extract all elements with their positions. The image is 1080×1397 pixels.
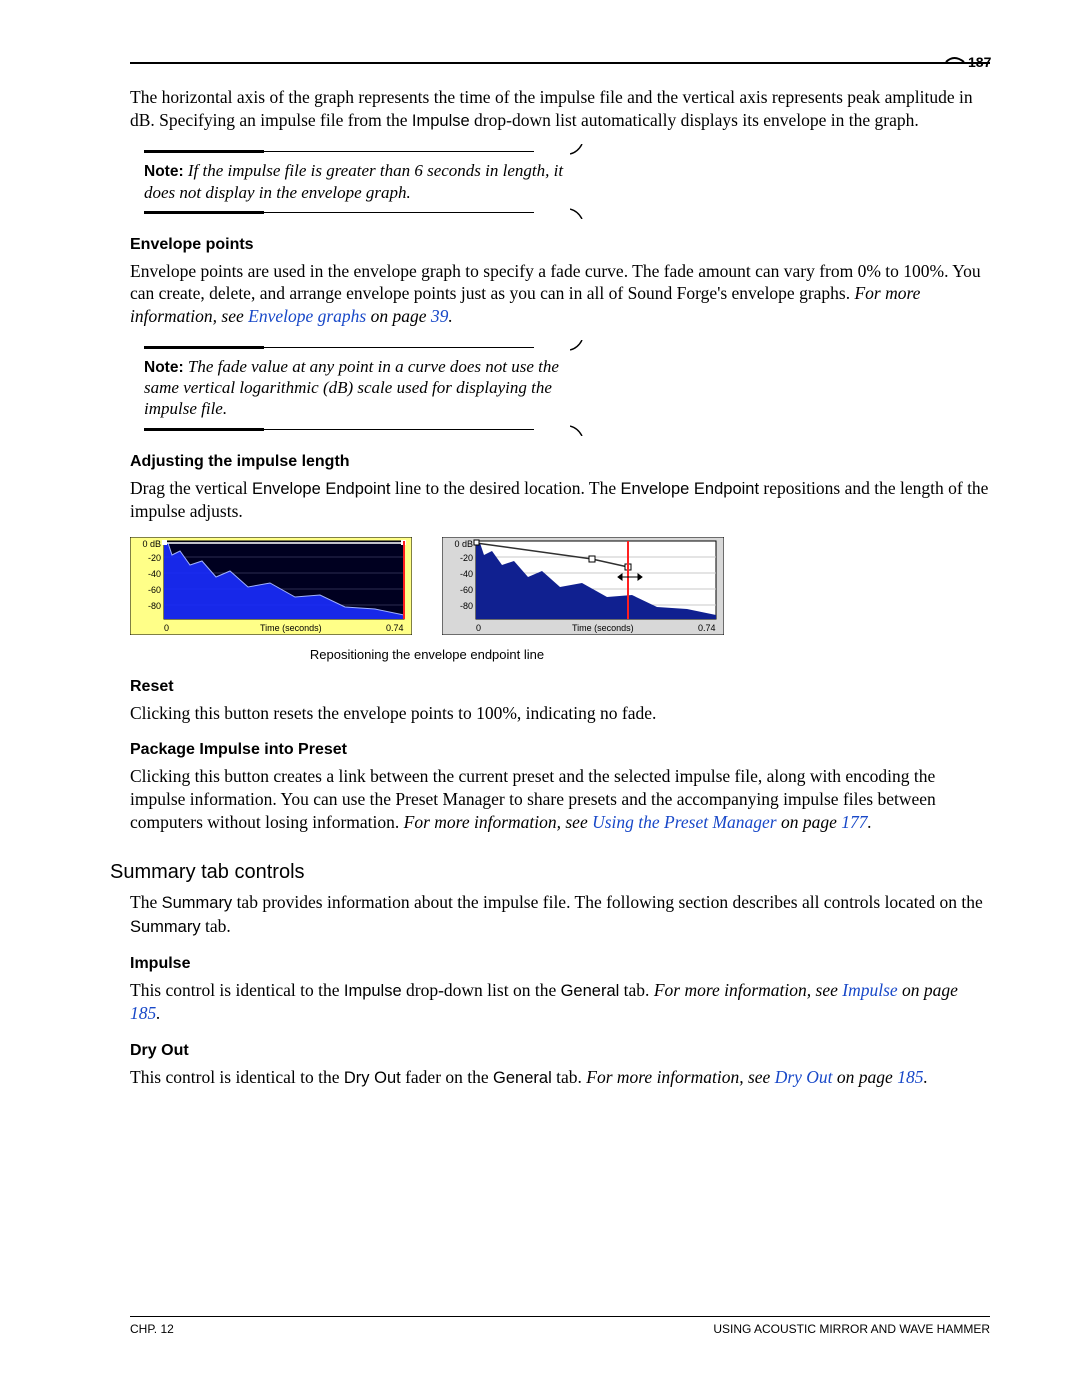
heading-dry-out: Dry Out (130, 1041, 990, 1062)
note-box-1: Note: If the impulse file is greater tha… (144, 146, 574, 217)
svg-text:-80: -80 (460, 601, 473, 611)
svg-text:-40: -40 (460, 569, 473, 579)
svg-text:-60: -60 (460, 585, 473, 595)
link-page-177[interactable]: 177 (841, 812, 867, 832)
page-footer: CHP. 12 USING ACOUSTIC MIRROR AND WAVE H… (130, 1316, 990, 1335)
content-area: The horizontal axis of the graph represe… (130, 86, 990, 1089)
link-dry-out[interactable]: Dry Out (775, 1067, 833, 1087)
heading-summary-tab: Summary tab controls (110, 859, 990, 885)
link-impulse[interactable]: Impulse (842, 980, 897, 1000)
svg-text:-20: -20 (460, 553, 473, 563)
adjusting-paragraph: Drag the vertical Envelope Endpoint line… (130, 477, 990, 523)
link-preset-manager[interactable]: Using the Preset Manager (592, 812, 777, 832)
svg-text:Time (seconds): Time (seconds) (572, 623, 634, 633)
heading-adjusting-impulse: Adjusting the impulse length (130, 452, 990, 473)
svg-text:0.74: 0.74 (698, 623, 716, 633)
link-page-185a[interactable]: 185 (130, 1003, 156, 1023)
top-rule (130, 62, 990, 64)
figure-caption: Repositioning the envelope endpoint line (130, 648, 724, 661)
dryout-paragraph: This control is identical to the Dry Out… (130, 1066, 990, 1089)
svg-text:Time (seconds): Time (seconds) (260, 623, 322, 633)
svg-text:0: 0 (476, 623, 481, 633)
link-page-185b[interactable]: 185 (897, 1067, 923, 1087)
intro-paragraph: The horizontal axis of the graph represe… (130, 86, 990, 132)
heading-reset: Reset (130, 677, 990, 698)
envelope-graph-after: 0 dB -20 -40 -60 -80 0 Time (seconds) 0.74 (442, 537, 724, 640)
link-page-39[interactable]: 39 (431, 306, 449, 326)
svg-text:0.74: 0.74 (386, 623, 404, 633)
svg-text:-80: -80 (148, 601, 161, 611)
envelope-graph-before: 0 dB -20 -40 -60 -80 0 Time (seconds) 0.74 (130, 537, 412, 640)
svg-text:-60: -60 (148, 585, 161, 595)
svg-text:-20: -20 (148, 553, 161, 563)
heading-impulse: Impulse (130, 954, 990, 975)
page-number: 187 (968, 54, 992, 70)
envelope-points-paragraph: Envelope points are used in the envelope… (130, 260, 990, 328)
footer-title: USING ACOUSTIC MIRROR AND WAVE HAMMER (713, 1323, 990, 1335)
impulse-paragraph: This control is identical to the Impulse… (130, 979, 990, 1025)
heading-envelope-points: Envelope points (130, 235, 990, 256)
footer-chapter: CHP. 12 (130, 1323, 174, 1335)
reset-paragraph: Clicking this button resets the envelope… (130, 702, 990, 725)
svg-text:0 dB: 0 dB (454, 539, 473, 549)
svg-text:-40: -40 (148, 569, 161, 579)
svg-text:0: 0 (164, 623, 169, 633)
svg-text:0 dB: 0 dB (142, 539, 161, 549)
heading-package-impulse: Package Impulse into Preset (130, 740, 990, 761)
link-envelope-graphs[interactable]: Envelope graphs (248, 306, 366, 326)
summary-paragraph: The Summary tab provides information abo… (130, 891, 990, 938)
page: 187 The horizontal axis of the graph rep… (0, 0, 1080, 1397)
note-box-2: Note: The fade value at any point in a c… (144, 342, 574, 434)
figure-row: 0 dB -20 -40 -60 -80 0 Time (seconds) 0.74 (130, 537, 990, 640)
page-corner: 187 (944, 52, 994, 72)
package-paragraph: Clicking this button creates a link betw… (130, 765, 990, 833)
